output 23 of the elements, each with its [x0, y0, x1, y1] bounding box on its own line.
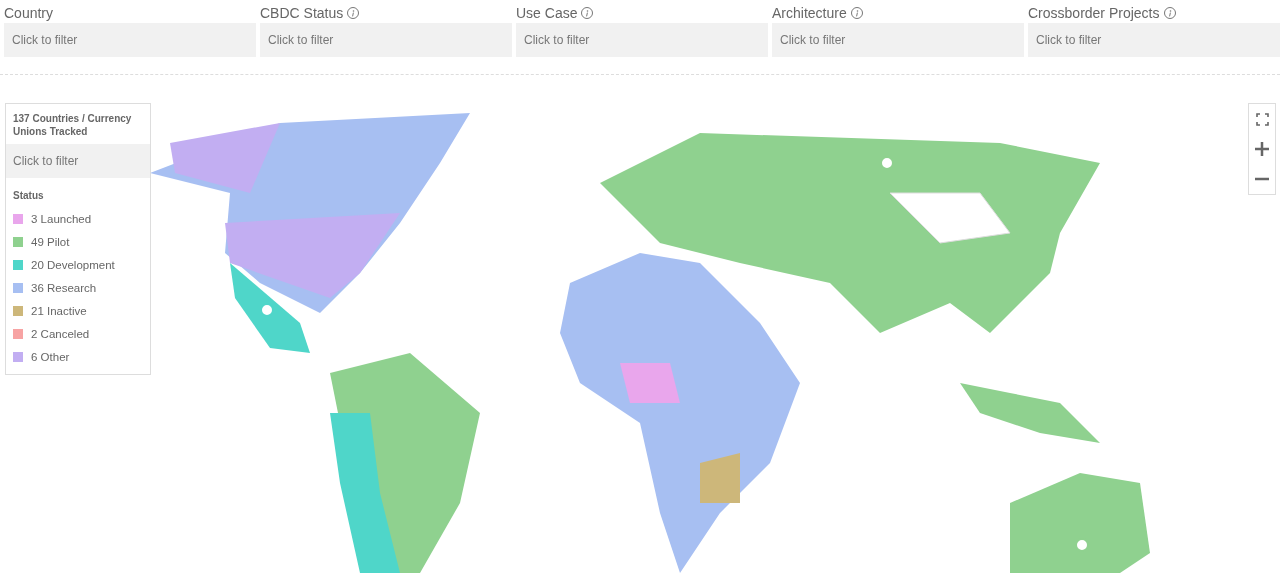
filter-field[interactable]: Click to filter	[260, 23, 512, 57]
legend-label[interactable]: 49 Pilot	[31, 235, 70, 248]
filter-field[interactable]: Click to filter	[516, 23, 768, 57]
legend-heading: Status	[12, 189, 45, 203]
filter-label: Country	[4, 5, 54, 21]
fullscreen-icon	[1255, 112, 1269, 126]
minus-icon	[1255, 177, 1269, 181]
legend-label[interactable]: 20 Development	[31, 258, 115, 271]
legend-label[interactable]: 2 Canceled	[31, 327, 90, 340]
filter-field[interactable]: Click to filter	[1028, 23, 1280, 57]
legend-label[interactable]: 36 Research	[31, 281, 97, 294]
filter-field[interactable]: Click to filter	[4, 23, 256, 57]
filter-field[interactable]: Click to filter	[6, 144, 150, 178]
legend-label[interactable]: 21 Inactive	[31, 304, 87, 317]
plus-icon	[1255, 142, 1269, 156]
filter-label: Architecture	[772, 5, 847, 21]
filter-label: Crossborder Projects	[1028, 5, 1160, 21]
filter-label: CBDC Status	[260, 5, 344, 21]
filter-label: Use Case	[516, 5, 578, 21]
legend-title: 137 Countries / Currency Unions Tracked	[12, 112, 133, 139]
filter-field[interactable]: Click to filter	[772, 23, 1024, 57]
legend-label[interactable]: 6 Other	[31, 350, 70, 363]
legend-label[interactable]: 3 Launched	[31, 212, 92, 225]
